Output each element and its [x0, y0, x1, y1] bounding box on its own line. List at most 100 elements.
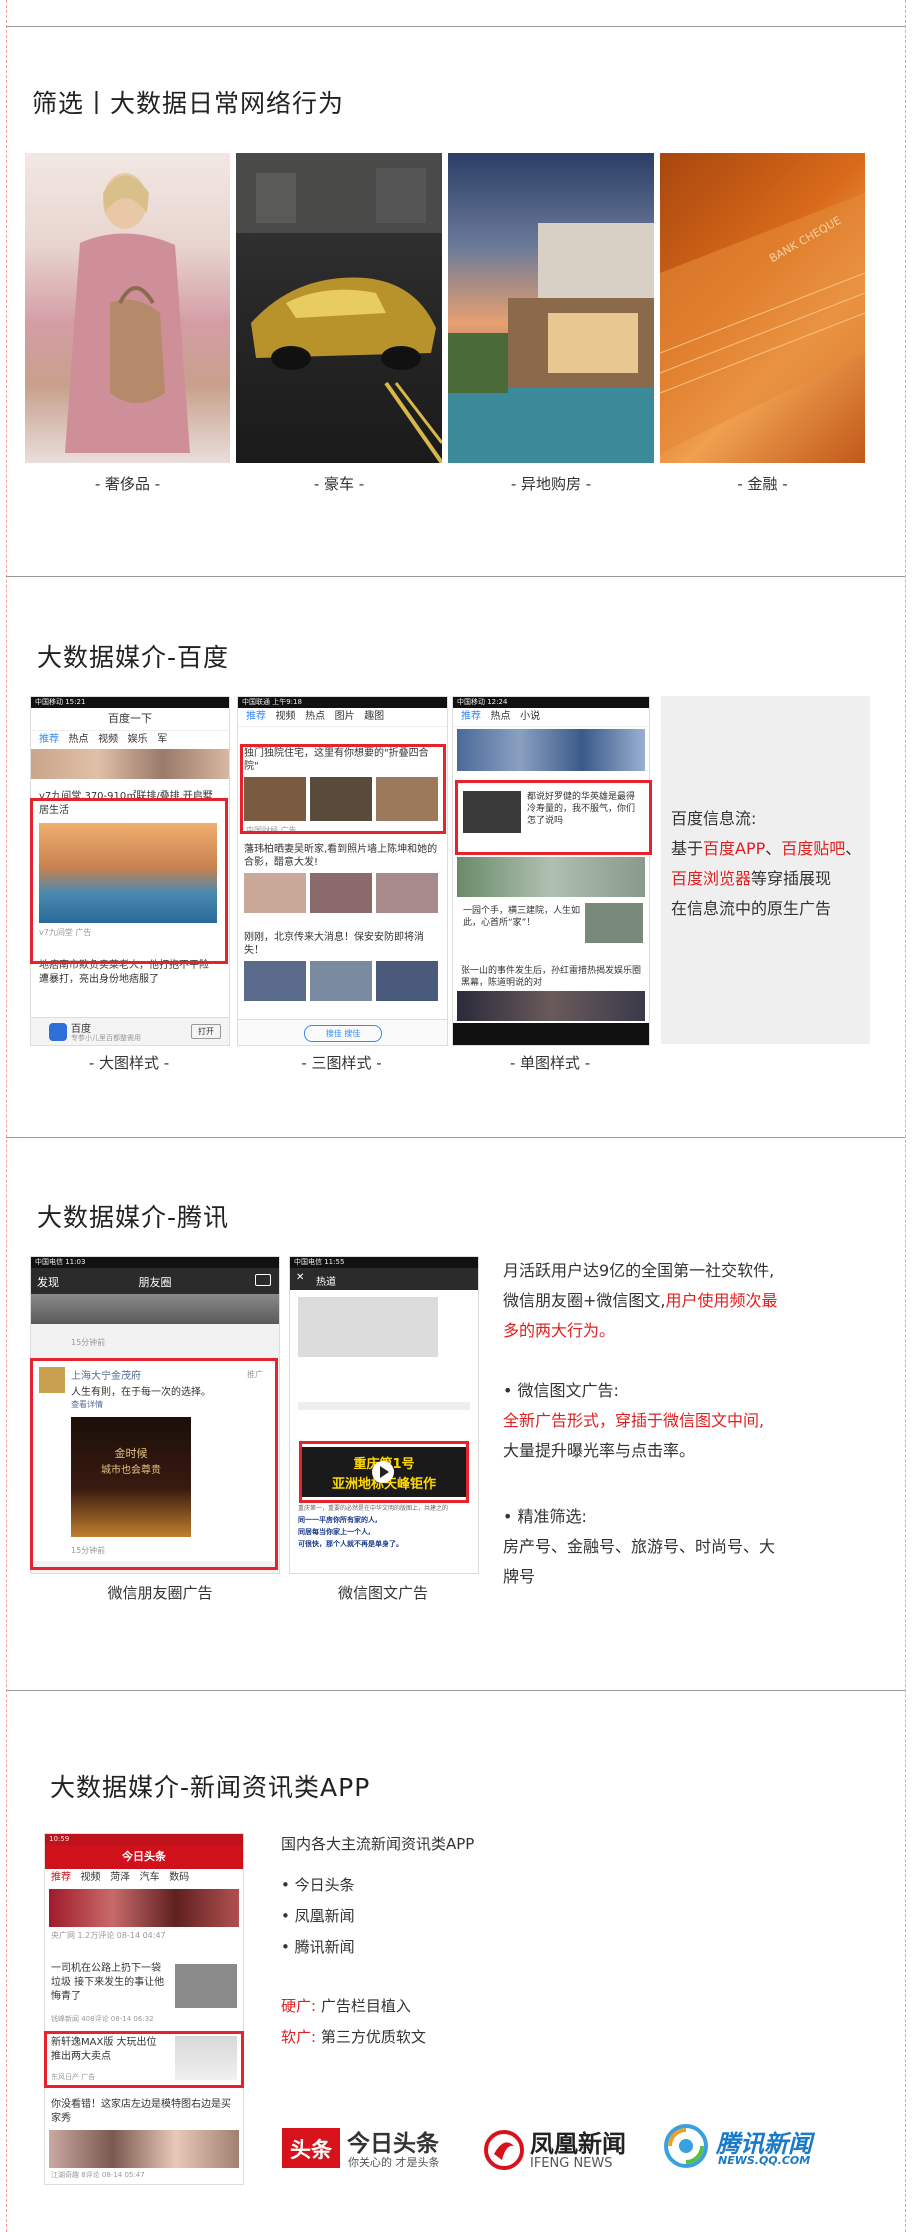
thumb-4	[244, 873, 306, 913]
tab-recommend-3[interactable]: 推荐	[461, 711, 481, 722]
news-desc-1: 国内各大主流新闻资讯类APP	[281, 1835, 475, 1853]
top-thumbs	[31, 749, 229, 779]
caption-car: - 豪车 -	[313, 475, 365, 493]
qq-news-url: NEWS.QQ.COM	[718, 2154, 811, 2167]
tab-ent[interactable]: 娱乐	[128, 734, 148, 745]
baidu-tabs: 推荐 热点 视频 娱乐 军	[31, 731, 229, 749]
thumb-8	[310, 961, 372, 1001]
search-button[interactable]: 搜佳 搜佳	[304, 1025, 382, 1042]
news1-thumb	[175, 1964, 237, 2008]
caption-large: - 大图样式 -	[88, 1054, 170, 1072]
tab-recommend-2[interactable]: 推荐	[246, 711, 266, 722]
toutiao-logo-name: 今日头条	[347, 2131, 439, 2157]
baidu-tabs-2: 推荐 视频 热点 图片 趣图	[238, 708, 447, 727]
baidu-desc-2: 基于百度APP、百度贴吧、	[671, 839, 862, 858]
tab-pics-2[interactable]: 图片	[335, 711, 355, 722]
close-icon[interactable]: ✕	[296, 1272, 304, 1283]
open-button[interactable]: 打开	[191, 1024, 221, 1039]
top-meta: 央广网 1.2万评论 08-14 04:47	[51, 1931, 166, 1940]
moments-highlight-box	[30, 1358, 278, 1570]
tab-fun-2[interactable]: 趣图	[364, 711, 384, 722]
caption-moments: 微信朋友圈广告	[107, 1584, 213, 1602]
thumb-9	[376, 961, 438, 1001]
baidu-tabs-3: 推荐 热点 小说	[453, 708, 649, 727]
luxury-image	[25, 153, 230, 463]
tab-video[interactable]: 视频	[98, 734, 118, 745]
app-sub: 专参小儿里百都整需用	[71, 1034, 141, 1042]
ifeng-logo-name: 凤凰新闻	[530, 2130, 626, 2158]
three-news2[interactable]: 刚刚，北京传来大消息！保安安防即将消失！	[244, 931, 440, 957]
section3-title: 大数据媒介-腾讯	[37, 1203, 230, 1232]
tab-video-4[interactable]: 视频	[81, 1872, 101, 1883]
section4-title: 大数据媒介-新闻资讯类APP	[50, 1773, 371, 1802]
caption-three: - 三图样式 -	[301, 1054, 382, 1072]
status-bar: 中国电信 11:55	[290, 1257, 478, 1268]
tx-desc-6: 大量提升曝光率与点击率。	[503, 1441, 696, 1460]
article-line1: 重庆第一，重要的必然是在中华文明的版图上，共建之的	[298, 1505, 449, 1512]
toutiao-tabs: 推荐 视频 菏泽 汽车 数码	[45, 1869, 243, 1887]
top-thumbs-3	[457, 729, 645, 771]
article-highlight-box	[299, 1441, 469, 1503]
baidu-app-icon	[49, 1023, 67, 1041]
status-bar: 中国电信 11:03	[31, 1257, 279, 1268]
article-line2: 同一一平房你所有家的人,	[298, 1516, 378, 1524]
status-bar: 中国移动 15:21	[31, 697, 229, 708]
tab-recommend[interactable]: 推荐	[39, 734, 59, 745]
toutiao-header: 今日头条	[45, 1845, 243, 1869]
news-desc-soft: 软广: 第三方优质软文	[281, 2028, 426, 2046]
bottom-thumbs-3	[457, 991, 645, 1021]
tab-mil[interactable]: 军	[157, 734, 167, 745]
toutiao-slogan: 你关心的 才是头条	[348, 2156, 440, 2169]
section2-title: 大数据媒介-百度	[37, 643, 230, 672]
ad-highlight-box-2	[240, 744, 446, 834]
article-line3: 同居每当你家上一个人,	[298, 1528, 371, 1536]
status-bar: 10:59	[45, 1834, 243, 1845]
toutiao-badge-text: 头条	[290, 2138, 332, 2162]
speech-bubble	[298, 1297, 438, 1357]
single-news1[interactable]: 一园个手，横三建院，人生如此，心首所“家”！	[463, 905, 581, 929]
caption-single: - 单图样式 -	[509, 1054, 591, 1072]
bottom-bar: 搜佳 搜佳	[238, 1019, 447, 1045]
tab-hot[interactable]: 热点	[69, 734, 89, 745]
baidu-phone-single: 中国移动 12:24 推荐 热点 小说 都说好罗健的华英雄是最得冷寿量的，我不服…	[452, 696, 650, 1046]
single-thumb-2	[585, 903, 643, 943]
tab-novel-3[interactable]: 小说	[520, 711, 540, 722]
tx-desc-5: 全新广告形式，穿插于微信图文中间,	[503, 1411, 765, 1430]
toutiao-news1[interactable]: 一司机在公路上扔下一袋垃圾 接下来发生的事让他悔青了	[51, 1962, 169, 2004]
divider-2	[6, 1137, 905, 1138]
top-thumbs-4	[49, 1889, 239, 1927]
ad-highlight-box-3	[455, 780, 652, 855]
tab-heze-4[interactable]: 菏泽	[110, 1872, 130, 1883]
toutiao-logo-badge: 头条	[282, 2128, 340, 2168]
thumb-7	[244, 961, 306, 1001]
news2-thumbs	[49, 2130, 239, 2168]
caption-article: 微信图文广告	[337, 1584, 428, 1602]
tab-car-4[interactable]: 汽车	[140, 1872, 160, 1883]
news-desc-hard: 硬广: 广告栏目植入	[281, 1997, 411, 2015]
baidu-desc-4: 在信息流中的原生广告	[671, 899, 832, 918]
tx-desc-2: 微信朋友圈+微信图文,用户使用频次最	[503, 1291, 778, 1310]
tx-desc-3: 多的两大行为。	[503, 1321, 616, 1340]
tab-recommend-4[interactable]: 推荐	[51, 1872, 71, 1883]
thumb-5	[310, 873, 372, 913]
toutiao-news2[interactable]: 你没看错！这家店左边是模特图右边是买家秀	[51, 2098, 237, 2126]
news-desc-item1: • 今日头条	[281, 1876, 355, 1894]
app-banner: 百度 专参小儿里百都整需用 打开	[31, 1017, 229, 1045]
three-news1[interactable]: 藩玮柏晒妻吴昕家,看到照片墙上陈坤和她的合影，醋意大发!	[244, 843, 440, 869]
tab-hot-2[interactable]: 热点	[305, 711, 325, 722]
tab-digital-4[interactable]: 数码	[169, 1872, 189, 1883]
tab-hot-3[interactable]: 热点	[491, 711, 511, 722]
ad-highlight-box	[30, 798, 228, 964]
camera-icon[interactable]	[255, 1274, 271, 1286]
toutiao-highlight-box	[44, 2031, 244, 2088]
car-image	[236, 153, 442, 463]
moments-header: 发现 朋友圈	[31, 1268, 279, 1294]
qq-news-logo-icon	[664, 2124, 708, 2168]
news1-meta: 钱峰新闻 408评论 08-14 06:32	[51, 2015, 154, 2023]
wechat-article-phone: 中国电信 11:55 ✕ 热道 重庆第1号 亚洲地标天峰钜作 重庆第一，重要的必…	[289, 1256, 479, 1574]
tx-desc-8: 房产号、金融号、旅游号、时尚号、大	[503, 1537, 776, 1556]
tab-video-2[interactable]: 视频	[276, 711, 296, 722]
right-dashed-border	[905, 0, 906, 2232]
single-news2[interactable]: 张一山的事件发生后，孙红雷措热揭发娱乐圈黑幕，陈道明说的对	[461, 965, 643, 989]
ifeng-logo-icon	[484, 2130, 524, 2170]
